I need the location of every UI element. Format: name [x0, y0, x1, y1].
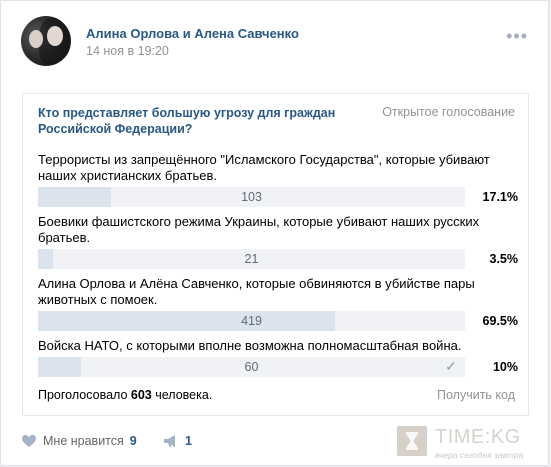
hourglass-icon	[397, 426, 427, 456]
poll-answer-text: Боевики фашистского режима Украины, кото…	[38, 214, 480, 245]
poll-answer-bar-row: 419 69.5%	[38, 311, 518, 331]
poll: Кто представляет большую угрозу для граж…	[22, 93, 529, 416]
poll-answer-bar-row: 60 ✓ 10%	[38, 357, 518, 377]
poll-total-votes: 603	[130, 388, 152, 402]
heart-icon	[22, 435, 36, 447]
like-label: Мне нравится	[43, 434, 124, 448]
avatar-face-left	[29, 30, 43, 48]
poll-answer[interactable]: Террористы из запрещённого "Исламского Г…	[38, 152, 518, 207]
poll-answer-text: Террористы из запрещённого "Исламского Г…	[38, 152, 490, 183]
author-avatar[interactable]	[21, 16, 71, 66]
author-name[interactable]: Алина Орлова и Алена Савченко	[86, 26, 299, 41]
like-button[interactable]: Мне нравится 9	[21, 434, 137, 448]
share-button[interactable]: 1	[163, 434, 192, 448]
poll-answer-bar-row: 21 3.5%	[38, 249, 518, 269]
share-count: 1	[185, 434, 192, 448]
poll-answer-text: Войска НАТО, с которыми вполне возможна …	[38, 338, 462, 353]
poll-answer-count: 103	[241, 190, 262, 204]
poll-total: Проголосовало 603 человека.	[38, 388, 212, 402]
poll-answer-count: 419	[241, 314, 262, 328]
like-count: 9	[129, 434, 137, 448]
watermark: TIME:KG вчера сегодня завтра	[397, 426, 537, 460]
poll-answer[interactable]: Войска НАТО, с которыми вполне возможна …	[38, 338, 518, 377]
post-date[interactable]: 14 ноя в 19:20	[86, 44, 169, 58]
watermark-title: TIME:KG	[435, 426, 521, 448]
more-dots-icon[interactable]: •••	[506, 27, 528, 45]
avatar-face-right	[47, 26, 63, 46]
poll-answer-percent: 3.5%	[489, 252, 519, 266]
poll-answer-count: 21	[244, 252, 259, 266]
poll-answer-percent: 69.5%	[482, 314, 518, 328]
watermark-subtitle: вчера сегодня завтра	[435, 450, 524, 460]
get-code-link[interactable]: Получить код	[437, 388, 515, 402]
poll-answer-text: Алина Орлова и Алёна Савченко, которые о…	[38, 276, 475, 307]
poll-question: Кто представляет большую угрозу для граж…	[38, 106, 336, 136]
megaphone-icon	[164, 435, 175, 447]
poll-answer-count: 60	[244, 360, 259, 374]
voted-check-icon: ✓	[445, 358, 457, 374]
poll-answer-percent: 17.1%	[482, 190, 518, 204]
post-header: Алина Орлова и Алена Савченко 14 ноя в 1…	[21, 16, 532, 68]
poll-answer[interactable]: Алина Орлова и Алёна Савченко, которые о…	[38, 276, 518, 331]
poll-answer[interactable]: Боевики фашистского режима Украины, кото…	[38, 214, 518, 269]
poll-answer-bar-row: 103 17.1%	[38, 187, 518, 207]
poll-answer-percent: 10%	[492, 360, 518, 374]
poll-type: Открытое голосование	[382, 105, 515, 119]
poll-total-prefix: Проголосовало	[38, 388, 128, 402]
poll-total-suffix: человека.	[155, 388, 213, 402]
wall-post: Алина Орлова и Алена Савченко 14 ноя в 1…	[0, 0, 549, 466]
